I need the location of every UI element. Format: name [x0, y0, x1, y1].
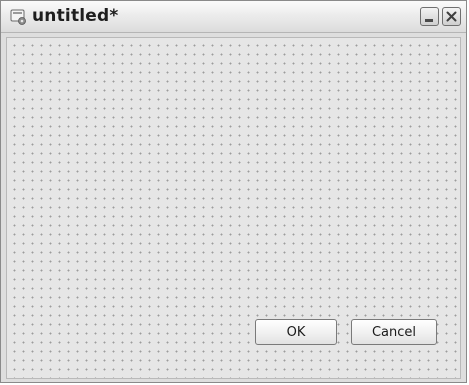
title-bar[interactable]: untitled*	[1, 1, 466, 33]
close-button[interactable]	[442, 7, 461, 26]
app-icon	[10, 9, 26, 25]
minimize-icon	[425, 19, 433, 22]
close-icon	[446, 11, 457, 22]
dialog-window: untitled* OK Cancel	[0, 0, 467, 383]
design-canvas[interactable]: OK Cancel	[6, 37, 461, 379]
window-title: untitled*	[32, 6, 119, 26]
minimize-button[interactable]	[420, 7, 439, 26]
ok-button[interactable]: OK	[255, 319, 337, 345]
cancel-button[interactable]: Cancel	[351, 319, 437, 345]
